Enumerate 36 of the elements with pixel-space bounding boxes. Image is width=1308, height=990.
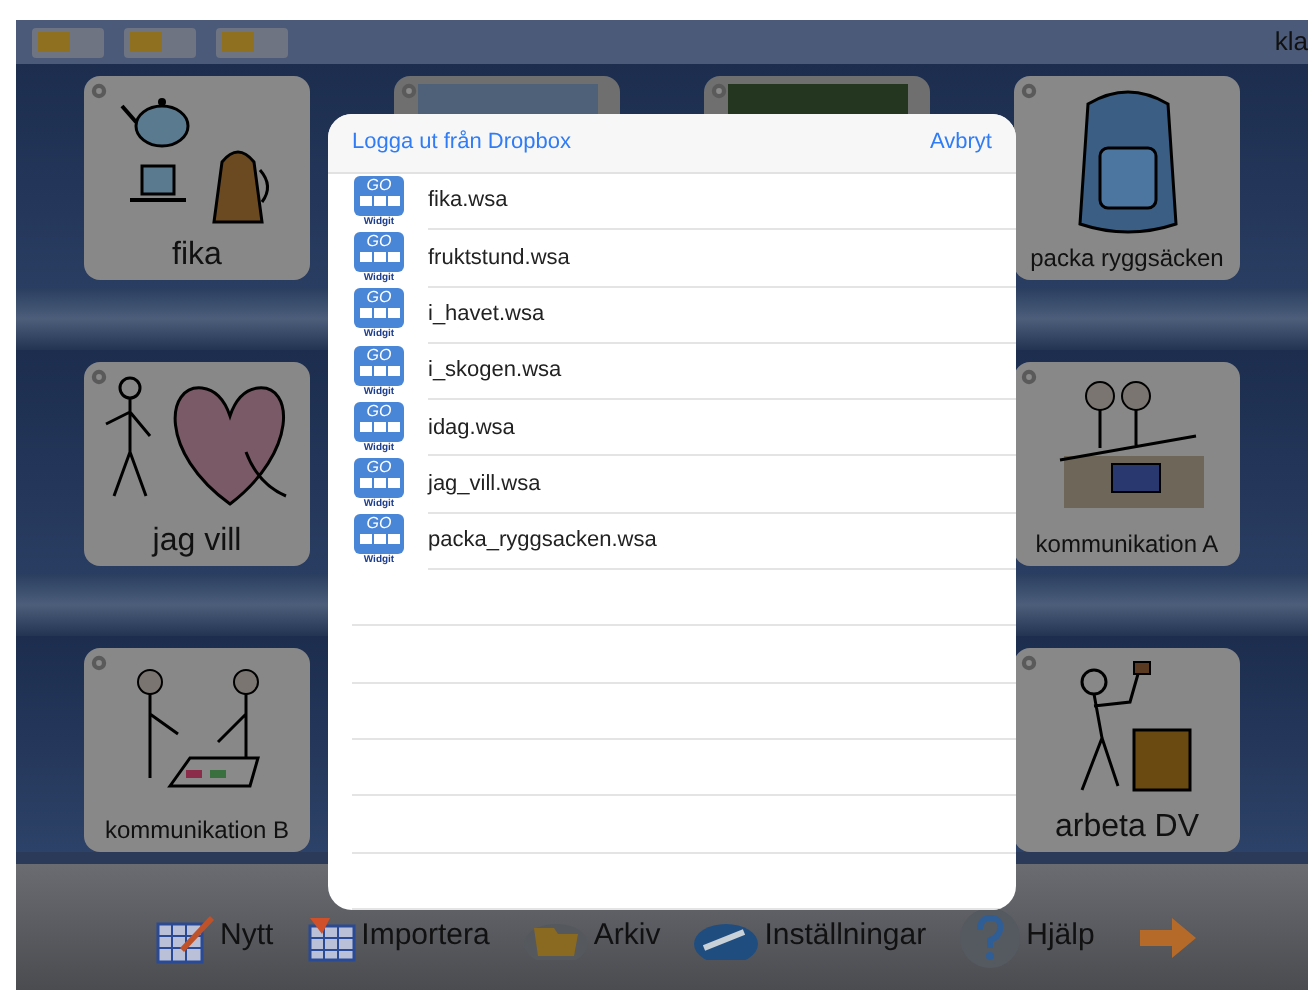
toolbar-button[interactable]: Hjälp [958, 905, 1095, 969]
board-tile[interactable]: kommunikation A [1014, 362, 1240, 566]
gear-icon[interactable] [1020, 654, 1038, 672]
tile-label: jag vill [152, 522, 242, 560]
help-icon [958, 905, 1023, 969]
board-tile[interactable]: packa ryggsäcken [1014, 76, 1240, 280]
table-with-arrow-icon [305, 913, 358, 961]
board-tile[interactable]: kommunikation B [84, 648, 310, 852]
done-button[interactable]: kla [1274, 22, 1308, 62]
board-tile[interactable]: arbeta DV [1014, 648, 1240, 852]
arrow-right-icon [1138, 915, 1199, 959]
table-with-pencil-icon [156, 911, 216, 963]
toolbar-button[interactable] [1138, 915, 1199, 959]
gear-icon[interactable] [1020, 368, 1038, 386]
tile-label: arbeta DV [1054, 808, 1200, 846]
board-tile[interactable]: fika [84, 76, 310, 280]
tile-label: kommunikation A [1035, 530, 1219, 560]
folder-button[interactable] [32, 27, 104, 57]
tile-label: packa ryggsäcken [1030, 244, 1224, 274]
tile-label: kommunikation B [104, 816, 290, 846]
cancel-link[interactable]: Avbryt [930, 126, 992, 160]
gear-icon[interactable] [710, 82, 728, 100]
board-tile[interactable]: jag vill [84, 362, 310, 566]
gear-icon[interactable] [90, 368, 108, 386]
gear-icon[interactable] [90, 82, 108, 100]
toolbar-button[interactable]: Importera [305, 913, 490, 961]
gear-icon[interactable] [90, 654, 108, 672]
toolbar-button[interactable]: Nytt [156, 911, 274, 963]
tile-label: fika [172, 236, 222, 274]
gear-icon[interactable] [1020, 82, 1038, 100]
folder-button[interactable] [124, 27, 196, 57]
logout-link[interactable]: Logga ut från Dropbox [352, 126, 571, 160]
toolbar-button[interactable]: Inställningar [692, 914, 927, 960]
folder-button[interactable] [216, 27, 288, 57]
toolbar-button[interactable]: Arkiv [521, 914, 661, 960]
gear-icon[interactable] [400, 82, 418, 100]
